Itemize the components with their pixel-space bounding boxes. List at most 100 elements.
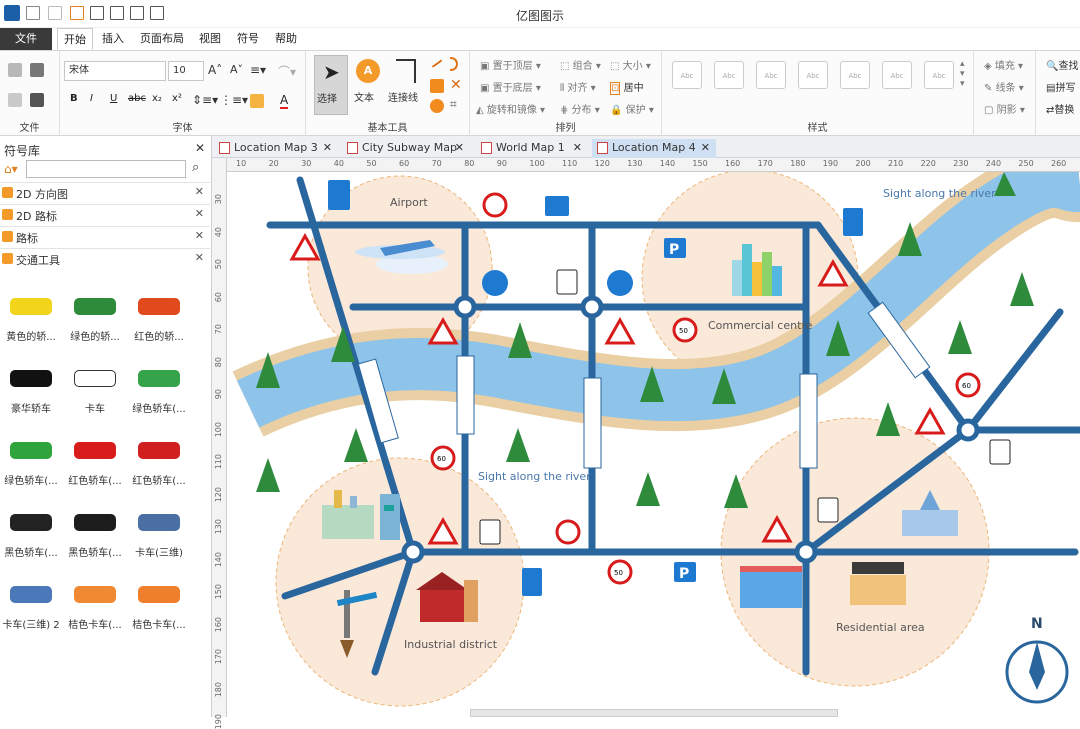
bring-front-button[interactable]: ▣ 置于顶层 ▾ — [480, 57, 541, 72]
library-vehicle-item[interactable]: 豪华轿车 — [0, 356, 62, 416]
bullets-icon[interactable]: ⋮≡▾ — [220, 93, 248, 107]
line-spacing-icon[interactable]: ⇕≡▾ — [192, 93, 218, 107]
rectangle-tool-icon[interactable] — [430, 79, 444, 93]
tab-close-icon[interactable]: ✕ — [701, 139, 710, 157]
subscript-icon[interactable]: x₂ — [152, 93, 162, 104]
library-search-input[interactable] — [26, 160, 186, 178]
style-preset[interactable]: Abc — [672, 61, 702, 89]
style-preset[interactable]: Abc — [756, 61, 786, 89]
format-painter-icon[interactable] — [30, 63, 44, 77]
library-vehicle-item[interactable]: 黑色轿车(... — [64, 500, 126, 560]
category-close-icon[interactable]: ✕ — [195, 229, 204, 242]
send-back-button[interactable]: ▣ 置于底层 ▾ — [480, 79, 541, 94]
grow-font-icon[interactable]: A˄ — [208, 63, 222, 77]
tab-home[interactable]: 开始 — [57, 28, 93, 50]
style-preset[interactable]: Abc — [882, 61, 912, 89]
size-button[interactable]: ⬚ 大小 ▾ — [610, 57, 651, 72]
library-vehicle-item[interactable]: 卡车 — [64, 356, 126, 416]
distribute-button[interactable]: ⋕ 分布 ▾ — [560, 101, 600, 116]
style-preset[interactable]: Abc — [924, 61, 954, 89]
superscript-icon[interactable]: x² — [172, 93, 182, 104]
style-preset[interactable]: Abc — [798, 61, 828, 89]
library-category[interactable]: 2D 路标 ✕ — [0, 204, 210, 224]
tab-insert[interactable]: 插入 — [96, 28, 130, 50]
arc-tool-icon[interactable] — [450, 57, 458, 71]
library-category[interactable]: 2D 方向图 ✕ — [0, 182, 210, 202]
library-vehicle-item[interactable]: 桔色卡车(... — [64, 572, 126, 632]
styles-scroll-icon[interactable]: ▴ ▾ ▾ — [960, 59, 965, 89]
align-button[interactable]: ⫴ 对齐 ▾ — [560, 79, 596, 94]
file-menu[interactable]: 文件 — [0, 28, 52, 50]
crop-tool-icon[interactable]: ⌗ — [450, 97, 457, 112]
tab-close-icon[interactable]: ✕ — [573, 139, 582, 157]
font-size-select[interactable]: 10 — [168, 61, 204, 81]
location-map[interactable]: P P 50 60 60 50 N Airport Commercial cen… — [228, 172, 1080, 717]
category-close-icon[interactable]: ✕ — [195, 185, 204, 198]
library-vehicle-item[interactable]: 黑色轿车(... — [0, 500, 62, 560]
tab-view[interactable]: 视图 — [193, 28, 227, 50]
text-align-icon[interactable]: ≡▾ — [250, 63, 266, 77]
italic-icon[interactable]: I — [90, 93, 93, 104]
font-color-icon[interactable]: A — [280, 93, 289, 109]
copy-icon[interactable] — [8, 93, 22, 107]
shadow-button[interactable]: ▢ 阴影 ▾ — [984, 101, 1025, 116]
replace-button[interactable]: ⇄替换 — [1046, 101, 1074, 116]
connector-tool[interactable]: 连接线 — [388, 55, 428, 115]
cross-tool-icon[interactable]: ✕ — [450, 77, 462, 93]
tab-world-map-1[interactable]: World Map 1 ✕ — [476, 139, 588, 158]
close-icon[interactable]: ✕ — [195, 141, 205, 155]
tab-location-map-3[interactable]: Location Map 3 ✕ — [214, 139, 338, 158]
library-vehicle-item[interactable]: 红色轿车(... — [64, 428, 126, 488]
library-vehicle-item[interactable]: 桔色卡车(... — [128, 572, 190, 632]
horizontal-scrollbar[interactable] — [470, 709, 838, 717]
strikethrough-icon[interactable]: abc — [128, 93, 146, 104]
tab-location-map-4[interactable]: Location Map 4 ✕ — [592, 139, 716, 158]
library-vehicle-item[interactable]: 绿色的轿... — [64, 284, 126, 344]
protect-button[interactable]: 🔒 保护 ▾ — [610, 101, 654, 116]
tab-city-subway-map[interactable]: City Subway Map ✕ — [342, 139, 470, 158]
text-tool[interactable]: A 文本 — [352, 55, 384, 115]
style-preset[interactable]: Abc — [714, 61, 744, 89]
category-close-icon[interactable]: ✕ — [195, 207, 204, 220]
library-vehicle-item[interactable]: 红色的轿... — [128, 284, 190, 344]
library-vehicle-item[interactable]: 绿色轿车(... — [128, 356, 190, 416]
find-button[interactable]: 🔍查找 — [1046, 57, 1078, 72]
line-button[interactable]: ✎ 线条 ▾ — [984, 79, 1024, 94]
ellipse-tool-icon[interactable] — [430, 99, 444, 113]
tab-close-icon[interactable]: ✕ — [323, 139, 332, 157]
industrial-district-label: Industrial district — [404, 638, 498, 651]
search-icon[interactable]: ⌕ — [192, 160, 199, 175]
category-close-icon[interactable]: ✕ — [195, 251, 204, 264]
cut-icon[interactable] — [8, 63, 22, 77]
text-curve-icon[interactable]: ⌒▾ — [278, 63, 296, 80]
style-preset[interactable]: Abc — [840, 61, 870, 89]
library-vehicle-item[interactable]: 红色轿车(... — [128, 428, 190, 488]
paste-icon[interactable] — [30, 93, 44, 107]
highlight-icon[interactable] — [250, 94, 264, 108]
vehicle-label: 绿色轿车(... — [132, 404, 186, 415]
select-tool[interactable]: ➤ 选择 — [314, 55, 348, 115]
group-button[interactable]: ⬚ 组合 ▾ — [560, 57, 601, 72]
drawing-canvas[interactable]: P P 50 60 60 50 N Airport Commercial cen… — [228, 172, 1080, 717]
tab-symbols[interactable]: 符号 — [231, 28, 265, 50]
library-home-icon[interactable]: ⌂▾ — [4, 162, 24, 178]
ruler-tick-label: 90 — [214, 389, 223, 400]
library-vehicle-item[interactable]: 绿色轿车(... — [0, 428, 62, 488]
spell-button[interactable]: ▤拼写 — [1046, 79, 1075, 94]
tab-page-layout[interactable]: 页面布局 — [134, 28, 190, 50]
fill-button[interactable]: ◈ 填充 ▾ — [984, 57, 1023, 72]
library-vehicle-item[interactable]: 卡车(三维) — [128, 500, 190, 560]
center-button[interactable]: ⊡ 居中 — [610, 79, 644, 95]
underline-icon[interactable]: U — [110, 93, 117, 104]
library-category[interactable]: 交通工具 ✕ — [0, 248, 210, 268]
tab-help[interactable]: 帮助 — [269, 28, 303, 50]
font-family-select[interactable]: 宋体 — [64, 61, 166, 81]
library-vehicle-item[interactable]: 黄色的轿... — [0, 284, 62, 344]
library-category[interactable]: 路标 ✕ — [0, 226, 210, 246]
shrink-font-icon[interactable]: A˅ — [230, 63, 243, 76]
rotate-mirror-button[interactable]: ◭ 旋转和镜像 ▾ — [476, 101, 545, 116]
library-vehicle-item[interactable]: 卡车(三维) 2 — [0, 572, 62, 632]
tab-close-icon[interactable]: ✕ — [455, 139, 464, 157]
bold-icon[interactable]: B — [70, 93, 78, 104]
line-tool-icon[interactable] — [429, 56, 443, 68]
